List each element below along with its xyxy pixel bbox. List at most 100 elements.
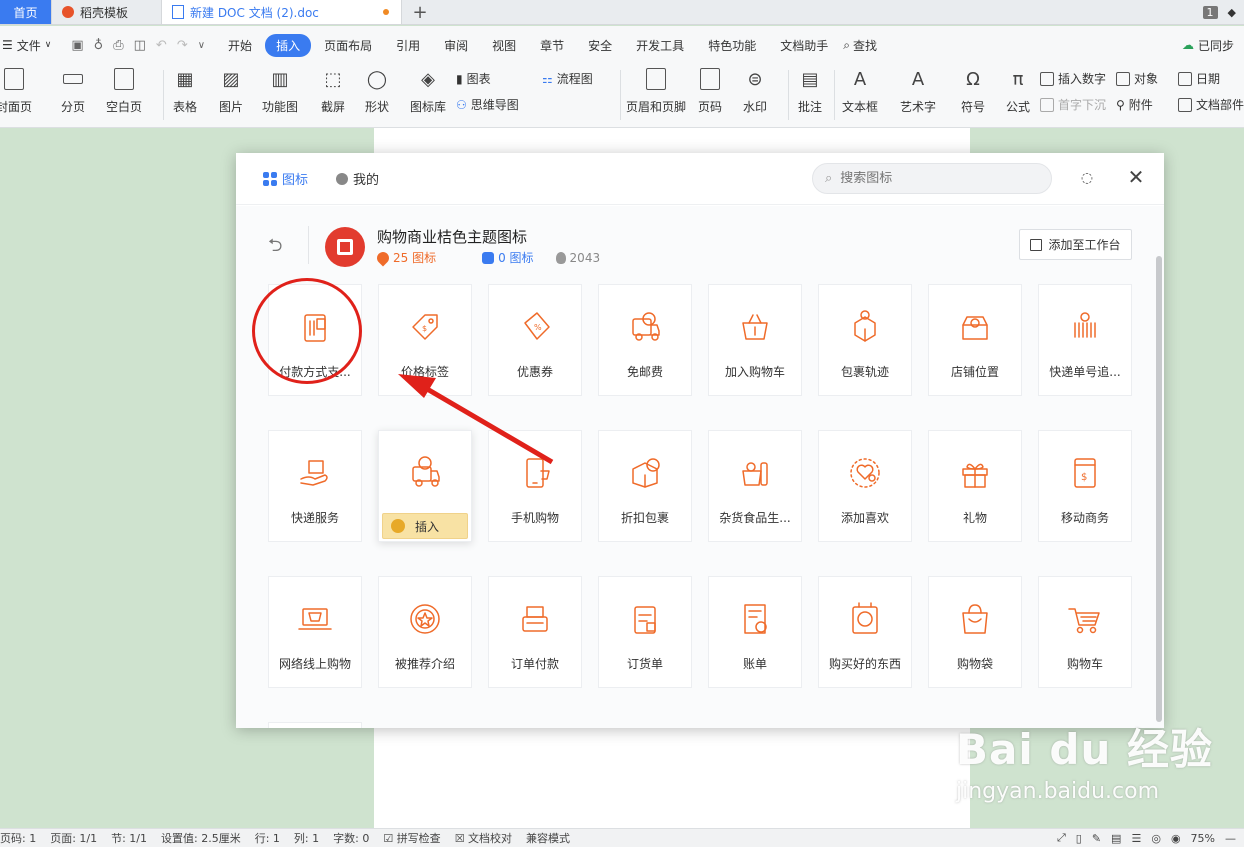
date-button[interactable]: 日期 bbox=[1178, 70, 1220, 87]
icon-card[interactable]: 网络线上购物 bbox=[268, 576, 362, 688]
close-icon[interactable]: ✕ bbox=[1126, 165, 1146, 189]
formula-button[interactable]: π 公式 bbox=[1005, 66, 1031, 115]
undo-icon[interactable]: ↶ bbox=[156, 38, 167, 53]
attachment-button[interactable]: ⚲ 附件 bbox=[1116, 96, 1153, 113]
insert-number-button[interactable]: 插入数字 bbox=[1040, 70, 1106, 87]
icon-card[interactable]: 礼物 bbox=[928, 430, 1022, 542]
menu-item[interactable]: 文档助手 bbox=[769, 34, 839, 57]
symbol-button[interactable]: Ω 符号 bbox=[960, 66, 986, 115]
icon-card[interactable]: 订单付款 bbox=[488, 576, 582, 688]
flowchart-button[interactable]: ⚏ 流程图 bbox=[542, 70, 593, 87]
icon-card[interactable]: 购物车 bbox=[1038, 576, 1132, 688]
page-break-button[interactable]: 分页 bbox=[60, 66, 86, 115]
tab-document[interactable]: 新建 DOC 文档 (2).doc bbox=[162, 0, 402, 24]
menu-item[interactable]: 视图 bbox=[481, 34, 527, 57]
page-number-button[interactable]: 页码 bbox=[697, 66, 723, 115]
web-view-icon[interactable]: ◎ bbox=[1151, 832, 1161, 845]
wordart-button[interactable]: A 艺术字 bbox=[900, 66, 936, 115]
textbox-button[interactable]: A 文本框 bbox=[842, 66, 878, 115]
file-menu[interactable]: ☰ 文件 ∨ bbox=[0, 37, 59, 54]
read-mode-icon[interactable]: ▯ bbox=[1076, 832, 1082, 845]
menu-item[interactable]: 开始 bbox=[217, 34, 263, 57]
function-chart-label: 功能图 bbox=[262, 100, 299, 114]
dialog-scrollbar[interactable] bbox=[1156, 256, 1162, 722]
menu-item[interactable]: 插入 bbox=[265, 33, 312, 57]
blank-page-button[interactable]: 空白页 bbox=[106, 66, 142, 115]
mindmap-button[interactable]: ⚇ 思维导图 bbox=[456, 96, 519, 113]
picture-button[interactable]: ▨ 图片 bbox=[218, 66, 244, 115]
zoom-out-icon[interactable]: — bbox=[1225, 832, 1236, 845]
print-preview-icon[interactable]: ◫ bbox=[134, 38, 146, 53]
icon-card[interactable]: $ 移动商务 bbox=[1038, 430, 1132, 542]
sync-status[interactable]: ☁ 已同步 bbox=[1182, 37, 1244, 54]
icon-card[interactable]: 添加喜欢 bbox=[818, 430, 912, 542]
icon-card[interactable]: 快递单号追... bbox=[1038, 284, 1132, 396]
menu-item[interactable]: 引用 bbox=[385, 34, 431, 57]
menu-item[interactable]: 章节 bbox=[529, 34, 575, 57]
tab-icons[interactable]: 图标 bbox=[263, 169, 308, 188]
icon-library-button[interactable]: ◈ 图标库 bbox=[410, 66, 446, 115]
icon-card[interactable]: 账单 bbox=[708, 576, 802, 688]
icon-card[interactable]: 加入购物车 bbox=[708, 284, 802, 396]
tab-home[interactable]: 首页 bbox=[0, 0, 52, 24]
proofread-toggle[interactable]: ☒ 文档校对 bbox=[455, 830, 512, 846]
icon-card[interactable]: 购物袋 bbox=[928, 576, 1022, 688]
redo-icon[interactable]: ↷ bbox=[177, 38, 188, 53]
add-to-workspace-button[interactable]: 添加至工作台 bbox=[1019, 229, 1132, 260]
menu-item[interactable]: 安全 bbox=[577, 34, 623, 57]
icon-card[interactable]: 购买好的东西 bbox=[818, 576, 912, 688]
format-painter-icon[interactable]: ♁ bbox=[94, 38, 104, 53]
edit-icon[interactable]: ✎ bbox=[1092, 832, 1101, 845]
icon-card[interactable]: 杂货食品生... bbox=[708, 430, 802, 542]
icon-card[interactable]: 免邮费 bbox=[598, 284, 692, 396]
icon-search-input[interactable] bbox=[840, 171, 1021, 186]
table-button[interactable]: ▦ 表格 bbox=[172, 66, 198, 115]
icon-card[interactable]: 包裹轨迹 bbox=[818, 284, 912, 396]
eye-protect-icon[interactable]: ◉ bbox=[1171, 832, 1181, 845]
icon-card[interactable] bbox=[268, 722, 362, 728]
spell-check-toggle[interactable]: ☑ 拼写检查 bbox=[383, 830, 440, 846]
icon-card[interactable]: 店铺位置 bbox=[928, 284, 1022, 396]
icon-card[interactable]: 快递服务 bbox=[268, 430, 362, 542]
customize-icon[interactable]: ∨ bbox=[198, 40, 205, 51]
icon-card[interactable]: 订货单 bbox=[598, 576, 692, 688]
icon-card[interactable]: $ 价格标签 bbox=[378, 284, 472, 396]
page-view-icon[interactable]: ▤ bbox=[1111, 832, 1121, 845]
icon-card[interactable]: 折扣包裹 bbox=[598, 430, 692, 542]
status-words[interactable]: 字数: 0 bbox=[333, 830, 369, 846]
zoom-level[interactable]: 75% bbox=[1191, 832, 1215, 845]
new-tab-button[interactable]: + bbox=[402, 0, 438, 24]
tab-mine[interactable]: 我的 bbox=[336, 169, 379, 188]
menu-item[interactable]: 特色功能 bbox=[697, 34, 767, 57]
save-icon[interactable]: ▣ bbox=[71, 38, 83, 53]
icon-card[interactable]: % 优惠券 bbox=[488, 284, 582, 396]
icon-search-box[interactable]: ⌕ bbox=[812, 163, 1052, 194]
comment-button[interactable]: ▤ 批注 bbox=[797, 66, 823, 115]
doc-parts-button[interactable]: 文档部件 bbox=[1178, 96, 1244, 113]
back-arrow-icon[interactable]: ⮌ bbox=[268, 233, 282, 263]
menu-item[interactable]: 审阅 bbox=[433, 34, 479, 57]
icon-card[interactable]: 被推荐介绍 bbox=[378, 576, 472, 688]
object-button[interactable]: 对象 bbox=[1116, 70, 1158, 87]
print-icon[interactable]: ⎙ bbox=[113, 38, 123, 53]
screenshot-button[interactable]: ⬚ 截屏 bbox=[320, 66, 346, 115]
function-chart-button[interactable]: ▥ 功能图 bbox=[262, 66, 298, 115]
icon-card[interactable]: 手机购物 bbox=[488, 430, 582, 542]
icon-card[interactable]: 插入 bbox=[378, 430, 472, 542]
window-menu-icon[interactable]: ◆ bbox=[1228, 6, 1236, 19]
fullscreen-icon[interactable]: ⤢ bbox=[1057, 831, 1066, 845]
menu-item[interactable]: 开发工具 bbox=[625, 34, 695, 57]
chart-button[interactable]: ▮ 图表 bbox=[456, 70, 491, 87]
watermark-button[interactable]: ⊜ 水印 bbox=[742, 66, 768, 115]
user-icon bbox=[336, 172, 349, 185]
header-footer-button[interactable]: 页眉和页脚 bbox=[626, 66, 686, 115]
tab-template[interactable]: 稻壳模板 bbox=[52, 0, 162, 24]
outline-view-icon[interactable]: ☰ bbox=[1131, 832, 1141, 845]
menu-item[interactable]: 页面布局 bbox=[313, 34, 383, 57]
find-button[interactable]: ⌕ 查找 bbox=[843, 37, 877, 54]
insert-icon-button[interactable]: 插入 bbox=[382, 513, 468, 539]
feedback-chat-icon[interactable]: ◌ bbox=[1078, 169, 1096, 187]
page-break-label: 分页 bbox=[60, 100, 85, 114]
shape-button[interactable]: ◯ 形状 bbox=[364, 66, 390, 115]
cover-page-button[interactable]: 封面页 bbox=[0, 66, 32, 115]
